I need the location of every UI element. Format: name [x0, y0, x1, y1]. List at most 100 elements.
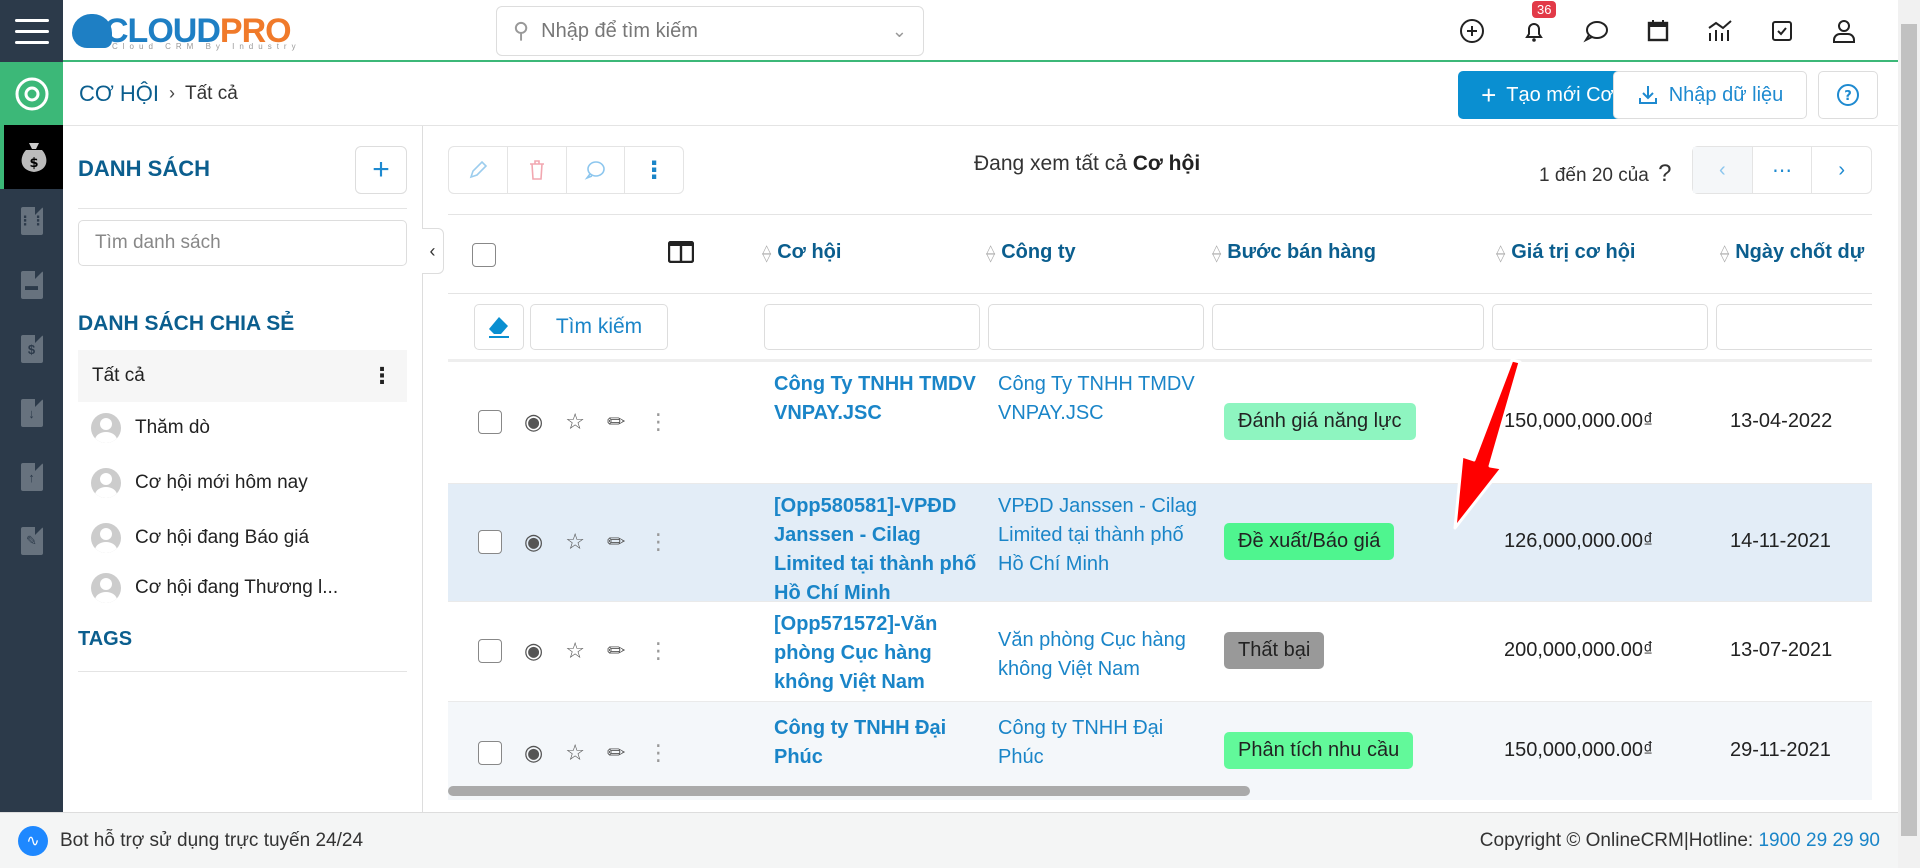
add-circle-icon[interactable] — [1458, 17, 1486, 45]
table-row[interactable]: ◉ ☆ ✏ ⋮ [Opp571572]-Văn phòng Cục hàng không… — [448, 602, 1872, 702]
page-more-button[interactable]: ⋯ — [1753, 147, 1813, 193]
calendar-icon[interactable] — [1644, 17, 1672, 45]
list-sidebar: DANH SÁCH + Tìm danh sách DANH SÁCH CHIA… — [63, 126, 423, 812]
bell-icon[interactable]: 36 — [1520, 1, 1557, 45]
list-item[interactable]: Cơ hội đang Thương l... — [91, 573, 338, 603]
table-horizontal-scrollbar[interactable] — [448, 786, 1250, 796]
amount-cell: 200,000,000.00₫ — [1504, 639, 1654, 661]
sales-stage-cell: Đề xuất/Báo giá — [1224, 523, 1395, 560]
rail-item-payments[interactable]: $ — [0, 317, 63, 381]
more-vertical-icon[interactable]: ⋮ — [647, 638, 669, 664]
more-vertical-icon[interactable]: ⋮ — [647, 740, 669, 766]
company-link[interactable]: Công ty TNHH Đại Phúc — [998, 714, 1208, 772]
row-checkbox[interactable] — [478, 639, 502, 663]
table-row[interactable]: ◉ ☆ ✏ ⋮ [Opp580581]-VPĐD Janssen - Cilag Lim… — [448, 484, 1872, 604]
more-vertical-icon[interactable]: ⋮ — [647, 409, 669, 435]
column-header-company[interactable]: △ ▽ Công ty — [986, 241, 1076, 264]
column-header-sales-stage[interactable]: △ ▽ Bước bán hàng — [1212, 241, 1376, 264]
view-icon[interactable]: ◉ — [524, 638, 543, 664]
global-search-input[interactable]: ⚲ Nhập để tìm kiếm ⌄ — [496, 6, 924, 56]
star-icon[interactable]: ☆ — [565, 638, 585, 664]
column-header-opportunity[interactable]: △ ▽ Cơ hội — [762, 241, 841, 264]
star-icon[interactable]: ☆ — [565, 740, 585, 766]
page-scrollbar[interactable] — [1898, 0, 1920, 868]
chevron-right-icon: › — [1838, 158, 1846, 181]
add-list-button[interactable]: + — [355, 146, 407, 194]
row-checkbox[interactable] — [478, 410, 502, 434]
list-item[interactable]: Cơ hội đang Báo giá — [91, 518, 309, 558]
more-actions-button[interactable]: ⋮ — [625, 147, 683, 193]
filter-opportunity-input[interactable] — [764, 304, 980, 350]
filter-close-date-input[interactable] — [1716, 304, 1872, 350]
rail-item-receipts[interactable]: ↓ — [0, 381, 63, 445]
messenger-icon[interactable]: ∿ — [18, 825, 48, 856]
view-icon[interactable]: ◉ — [524, 409, 543, 435]
opportunity-name-link[interactable]: [Opp580581]-VPĐD Janssen - Cilag Limited… — [774, 492, 984, 608]
column-layout-icon[interactable] — [667, 240, 695, 268]
list-search-input[interactable]: Tìm danh sách — [78, 220, 407, 266]
rail-item-contracts[interactable]: ✎ — [0, 509, 63, 573]
list-item[interactable]: Thăm dò — [91, 408, 210, 448]
opportunity-name-link[interactable]: Công ty TNHH Đại Phúc — [774, 714, 984, 772]
rail-item-expenses[interactable]: ↑ — [0, 445, 63, 509]
search-filter-button[interactable]: Tìm kiếm — [530, 304, 668, 350]
next-page-button[interactable]: › — [1812, 147, 1871, 193]
row-checkbox[interactable] — [478, 741, 502, 765]
trash-icon — [529, 160, 544, 180]
opportunity-name-link[interactable]: Công Ty TNHH TMDV VNPAY.JSC — [774, 370, 984, 428]
total-count-button[interactable]: ? — [1658, 160, 1671, 187]
rail-item-quotes[interactable]: ⋮⋮ — [0, 189, 63, 253]
company-link[interactable]: Công Ty TNHH TMDV VNPAY.JSC — [998, 370, 1208, 428]
pencil-icon[interactable]: ✏ — [607, 529, 625, 555]
rail-item-invoices[interactable]: ▬ — [0, 253, 63, 317]
star-icon[interactable]: ☆ — [565, 409, 585, 435]
filter-company-input[interactable] — [988, 304, 1204, 350]
list-item-all[interactable]: Tất cả ⋮ — [78, 350, 407, 402]
amount-cell: 150,000,000.00₫ — [1504, 410, 1654, 432]
filter-sales-stage-input[interactable] — [1212, 304, 1484, 350]
delete-button[interactable] — [508, 147, 567, 193]
import-data-button[interactable]: Nhập dữ liệu — [1613, 71, 1807, 119]
cloudpro-logo[interactable]: CLOUD PRO Cloud CRM By Industry — [72, 4, 296, 58]
rail-item-dashboard[interactable] — [0, 62, 63, 125]
select-all-checkbox[interactable] — [472, 243, 496, 267]
company-link[interactable]: VPĐD Janssen - Cilag Limited tại thành p… — [998, 492, 1208, 579]
breadcrumb-module[interactable]: CƠ HỘI — [79, 81, 159, 107]
column-header-amount[interactable]: △ ▽ Giá trị cơ hội — [1496, 241, 1635, 264]
opportunity-name-link[interactable]: [Opp571572]-Văn phòng Cục hàng không Việ… — [774, 610, 984, 697]
sort-icon: △ ▽ — [1212, 241, 1222, 264]
hotline-link[interactable]: 1900 29 29 90 — [1758, 830, 1880, 851]
page-scrollbar-thumb[interactable] — [1901, 24, 1917, 836]
filter-amount-input[interactable] — [1492, 304, 1708, 350]
bot-support-link[interactable]: Bot hỗ trợ sử dụng trực tuyến 24/24 — [60, 830, 363, 852]
chat-icon[interactable] — [1582, 17, 1610, 45]
company-link[interactable]: Văn phòng Cục hàng không Việt Nam — [998, 626, 1208, 684]
view-icon[interactable]: ◉ — [524, 529, 543, 555]
table-row[interactable]: ◉ ☆ ✏ ⋮ Công Ty TNHH TMDV VNPAY.JSC Công Ty T… — [448, 362, 1872, 484]
pencil-icon[interactable]: ✏ — [607, 409, 625, 435]
clear-filter-button[interactable] — [474, 304, 524, 350]
sales-stage-cell: Đánh giá năng lực — [1224, 403, 1416, 440]
money-bag-icon: $ — [21, 143, 46, 172]
column-header-close-date[interactable]: △ ▽ Ngày chốt dự — [1720, 241, 1864, 264]
row-checkbox[interactable] — [478, 530, 502, 554]
chart-icon[interactable] — [1706, 17, 1734, 45]
more-vertical-icon[interactable]: ⋮ — [647, 529, 669, 555]
view-icon[interactable]: ◉ — [524, 740, 543, 766]
sort-icon: △ ▽ — [986, 241, 996, 264]
comment-button[interactable] — [567, 147, 626, 193]
user-icon[interactable] — [1830, 17, 1858, 45]
checkbox-icon[interactable] — [1768, 17, 1796, 45]
pencil-icon[interactable]: ✏ — [607, 740, 625, 766]
menu-toggle-button[interactable] — [0, 0, 63, 62]
chevron-down-icon[interactable]: ⌄ — [892, 21, 907, 42]
list-item[interactable]: Cơ hội mới hôm nay — [91, 463, 308, 503]
list-title: DANH SÁCH — [78, 156, 210, 181]
prev-page-button[interactable]: ‹ — [1693, 147, 1753, 193]
help-button[interactable]: ? — [1818, 71, 1878, 119]
star-icon[interactable]: ☆ — [565, 529, 585, 555]
rail-item-opportunities[interactable]: $ — [0, 125, 63, 189]
edit-button[interactable] — [449, 147, 508, 193]
more-vertical-icon[interactable]: ⋮ — [371, 363, 393, 389]
pencil-icon[interactable]: ✏ — [607, 638, 625, 664]
